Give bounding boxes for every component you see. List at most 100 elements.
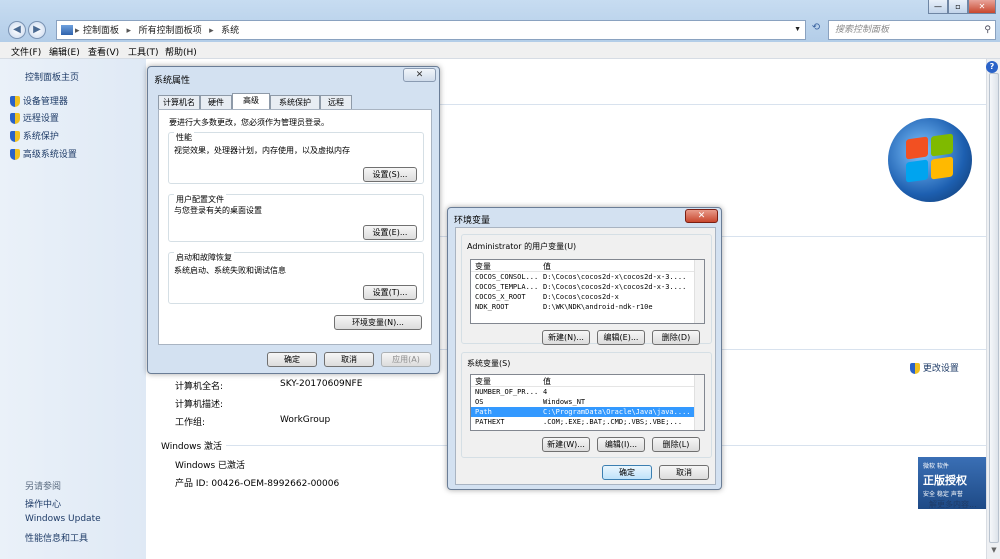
environment-variables-button[interactable]: 环境变量(N)... xyxy=(334,315,422,330)
user-profiles-settings-button[interactable]: 设置(E)... xyxy=(363,225,417,240)
menu-view[interactable]: 查看(V) xyxy=(88,45,119,58)
performance-tools-link[interactable]: 性能信息和工具 xyxy=(25,531,88,544)
computer-description-label: 计算机描述: xyxy=(175,400,224,410)
system-edit-button[interactable]: 编辑(I)... xyxy=(597,437,645,452)
computer-full-name-label: 计算机全名: xyxy=(175,382,224,392)
column-variable[interactable]: 变量 xyxy=(475,376,491,387)
help-icon[interactable]: ? xyxy=(986,61,998,73)
variable-name: PATHEXT xyxy=(475,418,505,426)
remote-settings-link[interactable]: 远程设置 xyxy=(10,111,59,124)
tab-computer-name[interactable]: 计算机名 xyxy=(158,95,200,109)
system-variables-list[interactable]: 变量 值 NUMBER_OF_PR... 4 OS Windows_NT Pat… xyxy=(470,374,705,431)
system-delete-button[interactable]: 删除(L) xyxy=(652,437,700,452)
refresh-icon[interactable]: ⟲ xyxy=(808,22,824,38)
tab-system-protection[interactable]: 系统保护 xyxy=(270,95,320,109)
change-settings-link[interactable]: 更改设置 xyxy=(910,361,959,374)
list-item[interactable]: OS Windows_NT xyxy=(471,397,704,407)
list-item[interactable]: COCOS_CONSOL... D:\Cocos\cocos2d-x\cocos… xyxy=(471,272,704,282)
performance-settings-button[interactable]: 设置(S)... xyxy=(363,167,417,182)
variable-name: NUMBER_OF_PR... xyxy=(475,388,539,396)
control-panel-home-link[interactable]: 控制面板主页 xyxy=(25,70,79,83)
device-manager-link[interactable]: 设备管理器 xyxy=(10,94,68,107)
column-variable[interactable]: 变量 xyxy=(475,261,491,272)
menu-help[interactable]: 帮助(H) xyxy=(165,45,197,58)
scroll-thumb[interactable] xyxy=(989,73,999,543)
variable-name: COCOS_TEMPLA... xyxy=(475,283,539,291)
user-variables-group: Administrator 的用户变量(U) 变量 值 COCOS_CONSOL… xyxy=(461,234,712,345)
system-new-button[interactable]: 新建(W)... xyxy=(542,437,590,452)
breadcrumb-arrow-icon: ▸ xyxy=(75,25,80,35)
search-icon[interactable]: ⚲ xyxy=(984,21,991,39)
tab-hardware[interactable]: 硬件 xyxy=(200,95,232,109)
env-ok-button[interactable]: 确定 xyxy=(602,465,652,480)
action-center-link[interactable]: 操作中心 xyxy=(25,497,61,510)
system-protection-link[interactable]: 系统保护 xyxy=(10,129,59,142)
dialog-title: 环境变量 xyxy=(454,216,491,226)
variable-value: D:\Cocos\cocos2d-x xyxy=(543,293,619,301)
ok-button[interactable]: 确定 xyxy=(267,352,317,367)
admin-notice: 要进行大多数更改，您必须作为管理员登录。 xyxy=(169,118,329,127)
variable-name: Path xyxy=(475,408,492,416)
windows-update-link[interactable]: Windows Update xyxy=(25,514,101,524)
user-new-button[interactable]: 新建(N)... xyxy=(542,330,590,345)
system-variables-heading: 系统变量(S) xyxy=(467,359,511,368)
variable-value: D:\WK\NDK\android-ndk-r10e xyxy=(543,303,653,311)
list-item[interactable]: COCOS_TEMPLA... D:\Cocos\cocos2d-x\cocos… xyxy=(471,282,704,292)
list-scrollbar[interactable] xyxy=(694,375,704,430)
apply-button[interactable]: 应用(A) xyxy=(381,352,431,367)
breadcrumb-control-panel[interactable]: 控制面板 xyxy=(83,25,119,35)
list-item-selected[interactable]: Path C:\ProgramData\Oracle\Java\java.... xyxy=(471,407,704,417)
workgroup-label: 工作组: xyxy=(175,418,206,428)
menu-bar: 文件(F) 编辑(E) 查看(V) 工具(T) 帮助(H) xyxy=(0,42,1000,59)
list-item[interactable]: NUMBER_OF_PR... 4 xyxy=(471,387,704,397)
user-variables-list[interactable]: 变量 值 COCOS_CONSOL... D:\Cocos\cocos2d-x\… xyxy=(470,259,705,324)
environment-variables-dialog: 环境变量 ✕ Administrator 的用户变量(U) 变量 值 COCOS… xyxy=(447,207,722,490)
list-item[interactable]: PATHEXT .COM;.EXE;.BAT;.CMD;.VBS;.VBE;..… xyxy=(471,417,704,427)
control-panel-icon xyxy=(61,25,73,35)
user-delete-button[interactable]: 删除(D) xyxy=(652,330,700,345)
task-pane: 控制面板主页 设备管理器 远程设置 系统保护 高级系统设置 另请参阅 操作中心 … xyxy=(0,59,146,559)
scroll-down-icon[interactable]: ▼ xyxy=(989,546,999,556)
menu-edit[interactable]: 编辑(E) xyxy=(49,45,80,58)
cancel-button[interactable]: 取消 xyxy=(324,352,374,367)
back-icon[interactable]: ◀ xyxy=(8,21,26,39)
env-cancel-button[interactable]: 取消 xyxy=(659,465,709,480)
advanced-system-settings-link[interactable]: 高级系统设置 xyxy=(10,147,77,160)
dropdown-arrow-icon[interactable]: ▼ xyxy=(794,21,801,39)
column-value[interactable]: 值 xyxy=(543,376,551,387)
list-header: 变量 值 xyxy=(471,260,704,272)
close-button[interactable]: ✕ xyxy=(968,0,996,14)
variable-name: NDK_ROOT xyxy=(475,303,509,311)
menu-file[interactable]: 文件(F) xyxy=(11,45,41,58)
activation-heading: Windows 激活 xyxy=(161,442,223,452)
breadcrumb-all-items[interactable]: 所有控制面板项 xyxy=(139,25,202,35)
shield-icon xyxy=(10,149,20,160)
column-value[interactable]: 值 xyxy=(543,261,551,272)
list-header: 变量 值 xyxy=(471,375,704,387)
list-scrollbar[interactable] xyxy=(694,260,704,323)
user-edit-button[interactable]: 编辑(E)... xyxy=(597,330,645,345)
list-item[interactable]: COCOS_X_ROOT D:\Cocos\cocos2d-x xyxy=(471,292,704,302)
menu-tools[interactable]: 工具(T) xyxy=(128,45,159,58)
minimize-button[interactable]: — xyxy=(928,0,948,14)
close-icon[interactable]: ✕ xyxy=(403,68,436,82)
search-input[interactable]: 搜索控制面板 ⚲ xyxy=(828,20,996,40)
close-icon[interactable]: ✕ xyxy=(685,209,718,223)
search-placeholder: 搜索控制面板 xyxy=(835,25,890,35)
breadcrumb-system[interactable]: 系统 xyxy=(221,25,239,35)
tab-remote[interactable]: 远程 xyxy=(320,95,352,109)
startup-recovery-settings-button[interactable]: 设置(T)... xyxy=(363,285,417,300)
performance-title: 性能 xyxy=(174,132,194,143)
maximize-button[interactable]: ▫ xyxy=(948,0,968,14)
forward-icon[interactable]: ▶ xyxy=(28,21,46,39)
list-item[interactable]: NDK_ROOT D:\WK\NDK\android-ndk-r10e xyxy=(471,302,704,312)
startup-recovery-desc: 系统启动、系统失败和调试信息 xyxy=(174,266,286,275)
shield-icon xyxy=(10,131,20,142)
tab-advanced[interactable]: 高级 xyxy=(232,93,270,109)
system-variables-group: 系统变量(S) 变量 值 NUMBER_OF_PR... 4 OS Window… xyxy=(461,352,712,458)
divider xyxy=(426,104,986,105)
address-bar[interactable]: ▸ 控制面板 ▸ 所有控制面板项 ▸ 系统 ▼ xyxy=(56,20,806,40)
vertical-scrollbar[interactable]: ▲ ▼ xyxy=(986,59,1000,559)
learn-more-link[interactable]: 解更多内容... xyxy=(929,499,977,510)
genuine-line2: 正版授权 xyxy=(923,474,967,487)
